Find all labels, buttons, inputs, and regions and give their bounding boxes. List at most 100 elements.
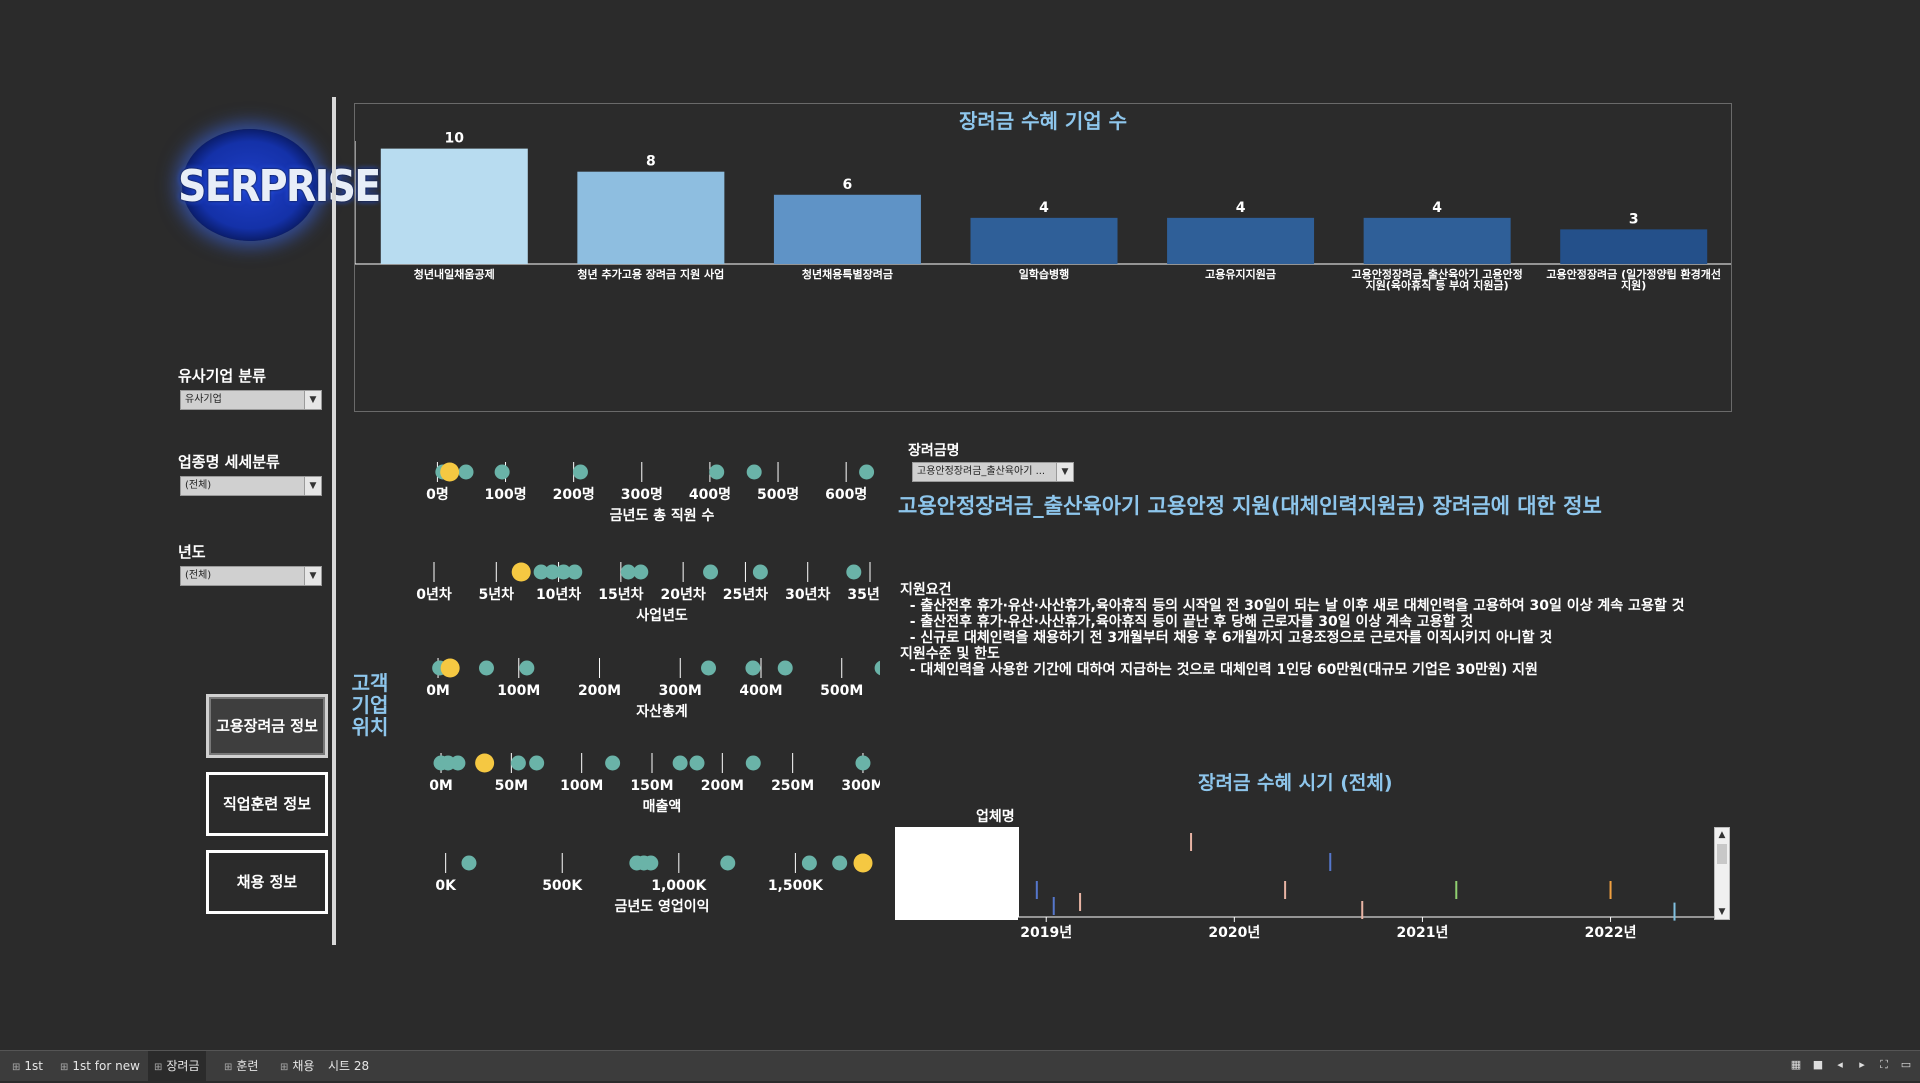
info-line: 지원요건: [900, 582, 952, 598]
data-point[interactable]: [567, 564, 583, 580]
next-sheet-icon[interactable]: ▸: [1856, 1059, 1868, 1071]
highlight-point[interactable]: [440, 462, 460, 482]
data-point[interactable]: [643, 855, 659, 871]
timeline-event[interactable]: [1329, 853, 1332, 871]
data-point[interactable]: [832, 855, 848, 871]
timeline-event[interactable]: [1052, 897, 1055, 915]
fullscreen-icon[interactable]: ⛶: [1878, 1059, 1890, 1071]
filter-value: (전체): [185, 570, 212, 581]
data-point[interactable]: [605, 755, 621, 771]
timeline-tick-label: 2020년: [1208, 925, 1260, 941]
highlight-point[interactable]: [440, 658, 460, 678]
info-line: - 출산전후 휴가·유산·사산휴가,육아휴직 등이 끝난 후 당해 근로자를 3…: [900, 614, 1474, 630]
data-point[interactable]: [494, 464, 510, 480]
data-point[interactable]: [461, 855, 477, 871]
scroll-thumb[interactable]: [1717, 844, 1727, 864]
chevron-down-icon[interactable]: ▼: [1056, 463, 1073, 481]
bar[interactable]: [1560, 229, 1708, 264]
tick-label: 500명: [757, 486, 799, 503]
data-point[interactable]: [519, 660, 535, 676]
tick-label: 600명: [825, 486, 867, 503]
timeline-event[interactable]: [1190, 833, 1193, 851]
sheet-tab-label: 채용: [292, 1059, 315, 1073]
tick-label: 0년차: [416, 587, 452, 603]
data-point[interactable]: [689, 755, 705, 771]
data-point[interactable]: [746, 464, 762, 480]
timeline-event[interactable]: [1361, 901, 1364, 919]
sheet-tab[interactable]: ⊞ 채용: [274, 1051, 320, 1081]
sheet-tab[interactable]: ⊞ 1st for new: [54, 1051, 146, 1081]
highlight-point[interactable]: [475, 753, 495, 773]
data-point[interactable]: [510, 755, 526, 771]
timeline-event[interactable]: [1284, 881, 1287, 899]
data-point[interactable]: [703, 564, 719, 580]
timeline-scrollbar[interactable]: ▲ ▼: [1714, 827, 1730, 920]
data-point[interactable]: [745, 660, 761, 676]
data-point[interactable]: [720, 855, 736, 871]
chevron-down-icon[interactable]: ▼: [304, 477, 321, 495]
chevron-down-icon[interactable]: ▼: [304, 567, 321, 585]
sheet-tab[interactable]: 시트 28: [322, 1051, 375, 1081]
bar-value-label: 10: [445, 131, 465, 147]
scroll-down-icon[interactable]: ▼: [1715, 906, 1729, 918]
tick-label: 200M: [701, 778, 744, 794]
highlight-point[interactable]: [853, 853, 873, 873]
bar[interactable]: [1363, 217, 1511, 264]
single-view-icon[interactable]: ■: [1812, 1059, 1824, 1071]
nav-button-subsidy[interactable]: 고용장려금 정보: [206, 694, 328, 758]
data-point[interactable]: [478, 660, 494, 676]
filter-select-similar[interactable]: 유사기업 ▼: [180, 390, 322, 410]
data-point[interactable]: [458, 464, 474, 480]
bar-value-label: 6: [843, 177, 853, 193]
data-point[interactable]: [801, 855, 817, 871]
tick-label: 300M: [659, 683, 702, 699]
filter-select-year[interactable]: (전체) ▼: [180, 566, 322, 586]
timeline-event[interactable]: [1079, 893, 1082, 911]
timeline-event[interactable]: [1455, 881, 1458, 899]
chevron-down-icon[interactable]: ▼: [304, 391, 321, 409]
tick-label: 0명: [426, 486, 449, 503]
highlight-point[interactable]: [511, 562, 531, 582]
data-point[interactable]: [855, 755, 871, 771]
data-point[interactable]: [572, 464, 588, 480]
sheet-tab[interactable]: ⊞ 1st: [6, 1051, 49, 1081]
timeline-event[interactable]: [1673, 902, 1676, 921]
bar[interactable]: [577, 171, 725, 264]
axis-title: 자산총계: [636, 703, 688, 720]
nav-button-hiring[interactable]: 채용 정보: [206, 850, 328, 914]
data-point[interactable]: [529, 755, 545, 771]
axis-title: 사업년도: [636, 608, 688, 624]
data-point[interactable]: [846, 564, 862, 580]
prev-sheet-icon[interactable]: ◂: [1834, 1059, 1846, 1071]
presentation-icon[interactable]: ▭: [1900, 1059, 1912, 1071]
subsidy-info-title: 고용안정장려금_출산육아기 고용안정 지원(대체인력지원금) 장려금에 대한 정…: [898, 494, 1602, 518]
bar[interactable]: [970, 217, 1118, 264]
subsidy-select[interactable]: 고용안정장려금_출산육아기 ... ▼: [912, 462, 1074, 482]
bar-category-label: 고용안정장려금 (일가정양립 환경개선 지원): [1546, 267, 1721, 292]
tick-label: 300M: [841, 778, 880, 794]
grid-view-icon[interactable]: ▦: [1790, 1059, 1802, 1071]
data-point[interactable]: [777, 660, 793, 676]
bar[interactable]: [1167, 217, 1315, 264]
data-point[interactable]: [859, 464, 875, 480]
strip-plot: 0M 50M 100M 150M 200M 250M 300M 매출액: [429, 753, 880, 815]
timeline-event[interactable]: [1035, 881, 1038, 899]
scroll-up-icon[interactable]: ▲: [1715, 829, 1729, 841]
tick-label: 0M: [429, 778, 453, 794]
data-point[interactable]: [874, 660, 880, 676]
data-point[interactable]: [752, 564, 768, 580]
data-point[interactable]: [672, 755, 688, 771]
data-point[interactable]: [450, 755, 466, 771]
info-line: - 출산전후 휴가·유산·사산휴가,육아휴직 등의 시작일 전 30일이 되는 …: [900, 598, 1685, 614]
nav-button-training[interactable]: 직업훈련 정보: [206, 772, 328, 836]
bar[interactable]: [773, 194, 921, 264]
filter-select-industry[interactable]: (전체) ▼: [180, 476, 322, 496]
data-point[interactable]: [701, 660, 717, 676]
sheet-tab[interactable]: ⊞ 훈련: [218, 1051, 264, 1081]
data-point[interactable]: [709, 464, 725, 480]
timeline-event[interactable]: [1609, 881, 1612, 899]
bar[interactable]: [380, 148, 528, 264]
sheet-tab[interactable]: ⊞ 장려금: [148, 1051, 206, 1081]
data-point[interactable]: [745, 755, 761, 771]
data-point[interactable]: [633, 564, 649, 580]
